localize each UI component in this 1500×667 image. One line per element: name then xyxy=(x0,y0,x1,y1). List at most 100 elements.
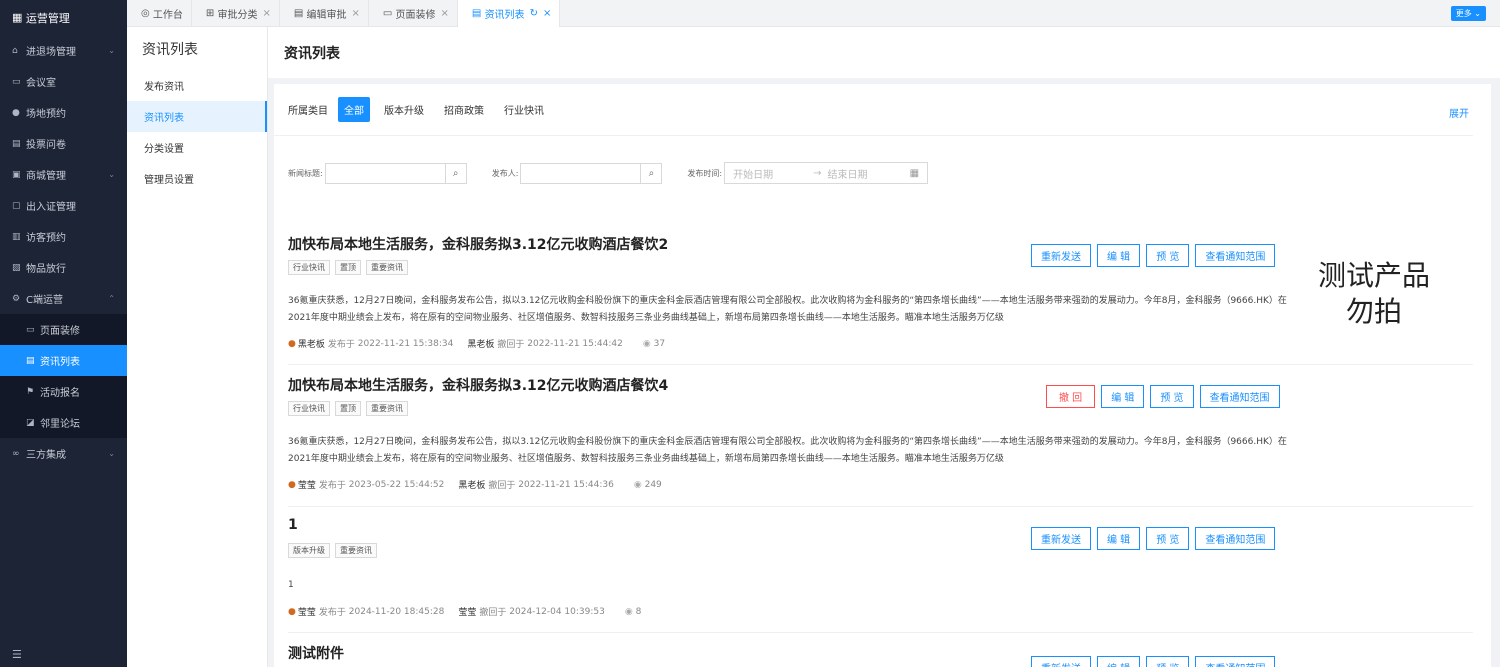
layout-icon: ▭ xyxy=(26,324,35,335)
publisher-input[interactable] xyxy=(520,162,641,184)
preview-button[interactable]: 预 览 xyxy=(1146,527,1190,550)
edit-button[interactable]: 编 辑 xyxy=(1097,527,1141,550)
sidebar-item-venue-booking[interactable]: ● 场地预约 xyxy=(0,97,127,128)
subnav-item-category-settings[interactable]: 分类设置 xyxy=(127,132,267,163)
resend-button[interactable]: 重新发送 xyxy=(1031,656,1091,667)
close-icon[interactable]: × xyxy=(262,8,270,19)
chevron-down-icon: ⌄ xyxy=(1474,9,1481,18)
sidebar-item-goods-release[interactable]: ▧ 物品放行 xyxy=(0,252,127,283)
category-filter: 所属类目 全部 版本升级 招商政策 行业快讯 xyxy=(274,84,1473,136)
sidebar-header[interactable]: ▦ 运营管理 xyxy=(0,0,127,35)
refresh-icon[interactable]: ↻ xyxy=(530,8,538,19)
news-title[interactable]: 1 xyxy=(288,517,298,533)
sidebar-item-shop[interactable]: ▣ 商城管理 ⌄ xyxy=(0,159,127,190)
subnav-item-news-list[interactable]: 资讯列表 xyxy=(127,101,267,132)
shop-icon: ▣ xyxy=(12,169,21,180)
edit-button[interactable]: 编 辑 xyxy=(1101,385,1145,408)
view-scope-button[interactable]: 查看通知范围 xyxy=(1195,527,1276,550)
tab-approval-category[interactable]: ⊞ 审批分类 × xyxy=(192,0,280,27)
resend-button[interactable]: 重新发送 xyxy=(1031,244,1091,267)
menu-collapse-icon[interactable]: ☰ xyxy=(12,648,22,661)
sidebar-item-visitor[interactable]: ▥ 访客预约 xyxy=(0,221,127,252)
close-icon[interactable]: × xyxy=(441,8,449,19)
list-item: 加快布局本地生活服务，金科服务拟3.12亿元收购酒店餐饮2 行业快讯 置顶 重要… xyxy=(274,209,1491,364)
search-icon[interactable]: ⌕ xyxy=(444,162,467,184)
publish-time: 2023-05-22 15:44:52 xyxy=(348,479,445,490)
sidebar-item-pass[interactable]: ▢ 出入证管理 xyxy=(0,190,127,221)
sidebar-subitem-news-list[interactable]: ▤ 资讯列表 xyxy=(0,345,127,376)
end-date-placeholder: 结束日期 xyxy=(827,169,868,181)
edit-button[interactable]: 编 辑 xyxy=(1097,656,1141,667)
preview-button[interactable]: 预 览 xyxy=(1146,244,1190,267)
publish-label: 发布于 xyxy=(318,608,346,618)
subnav-item-admin-settings[interactable]: 管理员设置 xyxy=(127,163,267,194)
news-title[interactable]: 加快布局本地生活服务，金科服务拟3.12亿元收购酒店餐饮2 xyxy=(288,234,668,254)
tab-page-decor[interactable]: ▭ 页面装修 × xyxy=(369,0,458,27)
revoke-button[interactable]: 撤 回 xyxy=(1046,385,1096,408)
action-group: 重新发送 编 辑 预 览 查看通知范围 xyxy=(1031,656,1281,667)
news-summary: 36氪重庆获悉，12月27日晚间，金科服务发布公告，拟以3.12亿元收购金科股份… xyxy=(288,437,1287,464)
list-item: 1 版本升级 重要资讯 重新发送 编 辑 预 览 查看通知范围 1 ● 莹莹 发… xyxy=(274,506,1491,632)
category-industry-news[interactable]: 行业快讯 xyxy=(504,98,544,121)
page-title: 资讯列表 xyxy=(268,27,1500,78)
view-scope-button[interactable]: 查看通知范围 xyxy=(1195,244,1276,267)
sidebar-subitem-activity[interactable]: ⚑ 活动报名 xyxy=(0,376,127,407)
revoker-name: 黑老板 xyxy=(458,481,486,491)
close-icon[interactable]: × xyxy=(352,8,360,19)
flag-icon: ⚑ xyxy=(26,386,35,397)
more-button[interactable]: 更多 ⌄ xyxy=(1450,6,1486,21)
list-item: 测试附件 重新发送 编 辑 预 览 查看通知范围 xyxy=(274,632,1491,667)
sidebar-item-label: 访客预约 xyxy=(26,233,66,244)
view-scope-button[interactable]: 查看通知范围 xyxy=(1195,656,1276,667)
preview-button[interactable]: 预 览 xyxy=(1146,656,1190,667)
resend-button[interactable]: 重新发送 xyxy=(1031,527,1091,550)
chevron-down-icon: ⌄ xyxy=(108,170,115,179)
search-icon[interactable]: ⌕ xyxy=(640,162,663,184)
tab-news-list[interactable]: ▤ 资讯列表 ↻ × xyxy=(457,0,561,27)
category-label: 所属类目 xyxy=(288,106,328,117)
box-icon: ▧ xyxy=(12,262,21,273)
category-version-upgrade[interactable]: 版本升级 xyxy=(384,98,424,121)
chevron-down-icon: ⌄ xyxy=(108,449,115,458)
publish-label: 发布于 xyxy=(318,481,346,491)
tab-bar: ◎ 工作台 ⊞ 审批分类 × ▤ 编辑审批 × ▭ 页面装修 × ▤ 资讯列表 ↻ × 更… xyxy=(127,0,1500,27)
chevron-up-icon: ⌃ xyxy=(108,294,115,303)
date-range-picker[interactable]: 开始日期 → 结束日期 ▦ xyxy=(724,162,929,184)
tag: 置顶 xyxy=(335,260,361,275)
news-summary: 36氪重庆获悉，12月27日晚间，金科服务发布公告，拟以3.12亿元收购金科股份… xyxy=(288,296,1287,323)
news-title[interactable]: 测试附件 xyxy=(288,643,344,663)
sidebar-subitem-forum[interactable]: ◪ 邻里论坛 xyxy=(0,407,127,438)
tab-edit-approval[interactable]: ▤ 编辑审批 × xyxy=(280,0,369,27)
subnav-title: 资讯列表 xyxy=(142,41,198,58)
grid-icon: ⊞ xyxy=(205,7,218,19)
edit-icon: ▤ xyxy=(293,7,307,19)
action-group: 重新发送 编 辑 预 览 查看通知范围 xyxy=(1031,527,1281,550)
news-title[interactable]: 加快布局本地生活服务，金科服务拟3.12亿元收购酒店餐饮4 xyxy=(288,375,668,395)
close-icon[interactable]: × xyxy=(543,8,551,19)
grid-icon: ▦ xyxy=(12,11,23,24)
preview-button[interactable]: 预 览 xyxy=(1150,385,1194,408)
subnav-item-publish[interactable]: 发布资讯 xyxy=(127,70,267,101)
expand-link[interactable]: 展开 xyxy=(1449,105,1469,120)
watermark-line: 测试产品 xyxy=(1318,259,1431,292)
sidebar-item-c-operation[interactable]: ⚙ C端运营 ⌃ xyxy=(0,283,127,314)
sidebar-item-meeting-room[interactable]: ▭ 会议室 xyxy=(0,66,127,97)
chevron-down-icon: ⌄ xyxy=(108,46,115,55)
action-group: 重新发送 编 辑 预 览 查看通知范围 xyxy=(1031,244,1281,267)
tag-group: 行业快讯 置顶 重要资讯 xyxy=(288,260,413,275)
news-title-input[interactable] xyxy=(324,162,445,184)
revoke-time: 2022-11-21 15:44:36 xyxy=(518,479,614,490)
sidebar-item-integration[interactable]: ∞ 三方集成 ⌄ xyxy=(0,438,127,469)
sidebar-item-label: 邻里论坛 xyxy=(40,419,80,430)
view-count: 37 xyxy=(653,338,666,349)
category-all[interactable]: 全部 xyxy=(338,97,370,122)
sidebar-item-vote[interactable]: ▤ 投票问卷 xyxy=(0,128,127,159)
sidebar-item-entry-exit[interactable]: ⌂ 进退场管理 ⌄ xyxy=(0,35,127,66)
edit-button[interactable]: 编 辑 xyxy=(1097,244,1141,267)
view-scope-button[interactable]: 查看通知范围 xyxy=(1199,385,1280,408)
tab-workbench[interactable]: ◎ 工作台 xyxy=(127,0,192,27)
category-investment-policy[interactable]: 招商政策 xyxy=(444,98,484,121)
sidebar-subitem-page-decor[interactable]: ▭ 页面装修 xyxy=(0,314,127,345)
calendar-icon: ▦ xyxy=(909,167,920,179)
start-date-placeholder: 开始日期 xyxy=(733,169,774,181)
